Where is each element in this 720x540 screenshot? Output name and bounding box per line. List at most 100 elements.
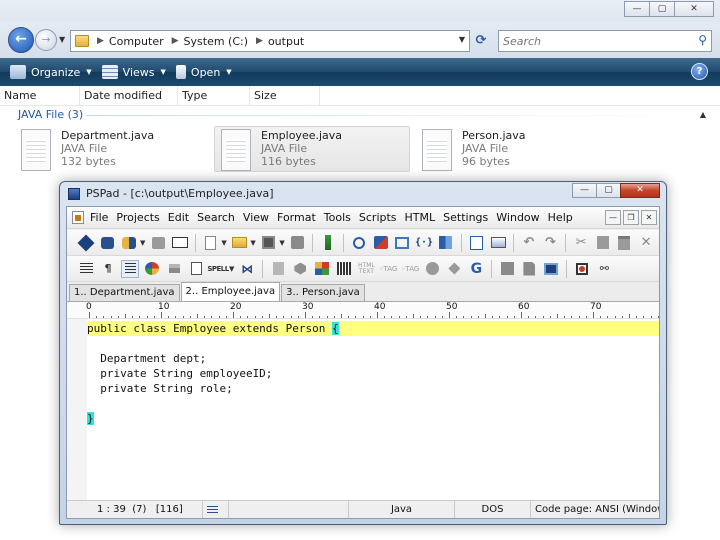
- column-size[interactable]: Size: [250, 86, 320, 105]
- breadcrumb-system-c[interactable]: System (C:): [184, 35, 249, 48]
- lock-icon[interactable]: [165, 260, 183, 278]
- tab-person-java[interactable]: 3.. Person.java: [281, 284, 365, 301]
- google-icon[interactable]: G: [467, 260, 485, 278]
- menu-window[interactable]: Window: [496, 211, 545, 224]
- project-settings-icon[interactable]: [120, 234, 138, 252]
- paste-icon[interactable]: [616, 234, 634, 252]
- bookmark-icon[interactable]: [437, 234, 455, 252]
- organize-button[interactable]: Organize ▼: [10, 65, 92, 79]
- code-line[interactable]: private String role;: [87, 381, 659, 396]
- delete-icon[interactable]: ✕: [637, 234, 655, 252]
- macro-play-icon[interactable]: ⚯: [595, 260, 613, 278]
- menu-file[interactable]: File: [90, 211, 114, 224]
- project-icon[interactable]: [77, 234, 95, 252]
- menu-projects[interactable]: Projects: [116, 211, 165, 224]
- group-heading[interactable]: JAVA File (3): [18, 108, 83, 121]
- mdi-restore-button[interactable]: ❐: [623, 210, 639, 225]
- chevron-down-icon[interactable]: ▼: [140, 239, 145, 247]
- minimize-button[interactable]: —: [572, 183, 597, 198]
- codepage-indicator[interactable]: Code page: ANSI (Window: [531, 501, 659, 518]
- replace-icon[interactable]: [372, 234, 390, 252]
- find-in-files-icon[interactable]: [393, 234, 411, 252]
- maximize-button[interactable]: ▢: [649, 1, 675, 17]
- menu-search[interactable]: Search: [197, 211, 241, 224]
- search-icon[interactable]: ⚲: [698, 33, 707, 47]
- log-icon[interactable]: [171, 234, 189, 252]
- chevron-down-icon[interactable]: ▼: [250, 239, 255, 247]
- file-tile-employee[interactable]: Employee.java JAVA File 116 bytes: [214, 126, 410, 172]
- chevron-right-icon[interactable]: ▶: [256, 36, 263, 46]
- document-icon[interactable]: [72, 211, 84, 224]
- tab-employee-java[interactable]: 2.. Employee.java: [180, 282, 281, 301]
- back-arrow-icon[interactable]: ←: [8, 27, 34, 53]
- macro-record-icon[interactable]: [573, 260, 591, 278]
- maximize-button[interactable]: ▢: [596, 183, 621, 198]
- menu-scripts[interactable]: Scripts: [359, 211, 403, 224]
- code-line[interactable]: public class Employee extends Person {: [87, 321, 659, 336]
- spell-check-icon[interactable]: SPELL: [207, 260, 229, 278]
- breadcrumb-computer[interactable]: Computer: [109, 35, 164, 48]
- column-date-modified[interactable]: Date modified: [80, 86, 178, 105]
- chevron-up-icon[interactable]: ▲: [700, 110, 706, 119]
- menu-format[interactable]: Format: [277, 211, 322, 224]
- print-icon[interactable]: [489, 234, 507, 252]
- address-bar[interactable]: ▶ Computer ▶ System (C:) ▶ output ▼: [70, 30, 470, 52]
- close-button[interactable]: ✕: [620, 183, 660, 198]
- column-name[interactable]: Name: [0, 86, 80, 105]
- chevron-down-icon[interactable]: ▼: [279, 239, 284, 247]
- record-macro-icon[interactable]: [423, 260, 441, 278]
- cut-icon[interactable]: ✂: [572, 234, 590, 252]
- indent-icon[interactable]: [77, 260, 95, 278]
- menu-tools[interactable]: Tools: [324, 211, 357, 224]
- html-tidy-icon[interactable]: [291, 260, 309, 278]
- chevron-down-icon[interactable]: ▼: [229, 265, 234, 273]
- redo-icon[interactable]: ↷: [542, 234, 560, 252]
- preview-icon[interactable]: [468, 234, 486, 252]
- pspad-app-icon[interactable]: [68, 187, 80, 200]
- code-line[interactable]: [87, 336, 659, 351]
- menu-edit[interactable]: Edit: [168, 211, 195, 224]
- compile-icon[interactable]: [498, 260, 516, 278]
- project-tools-icon[interactable]: [149, 234, 167, 252]
- file-tile-department[interactable]: Department.java JAVA File 132 bytes: [14, 126, 210, 172]
- refresh-icon[interactable]: ⟳: [472, 32, 490, 50]
- read-only-icon[interactable]: [187, 260, 205, 278]
- chevron-right-icon[interactable]: ▶: [97, 36, 104, 46]
- html-to-text-icon[interactable]: HTML TEXT: [357, 260, 375, 278]
- tab-department-java[interactable]: 1.. Department.java: [69, 284, 180, 301]
- language-indicator[interactable]: Java: [349, 501, 455, 518]
- open-project-icon[interactable]: [99, 234, 117, 252]
- chevron-down-icon[interactable]: ▼: [221, 239, 226, 247]
- new-file-icon[interactable]: [202, 234, 220, 252]
- undo-icon[interactable]: ↶: [520, 234, 538, 252]
- search-input[interactable]: [503, 32, 683, 50]
- terminal-icon[interactable]: [542, 260, 560, 278]
- file-tile-person[interactable]: Person.java JAVA File 96 bytes: [415, 126, 611, 172]
- views-button[interactable]: Views ▼: [101, 65, 166, 79]
- code-explorer-icon[interactable]: [319, 234, 337, 252]
- find-icon[interactable]: [350, 234, 368, 252]
- column-type[interactable]: Type: [178, 86, 250, 105]
- compare-icon[interactable]: ⋈: [238, 260, 256, 278]
- line-ending-indicator[interactable]: DOS: [455, 501, 531, 518]
- html-icon[interactable]: [269, 260, 287, 278]
- recent-pages-dropdown[interactable]: ▼: [59, 35, 65, 44]
- code-editor[interactable]: public class Employee extends Person { D…: [67, 319, 659, 500]
- open-file-icon[interactable]: [231, 234, 249, 252]
- copy-icon[interactable]: [594, 234, 612, 252]
- menu-settings[interactable]: Settings: [443, 211, 494, 224]
- chevron-right-icon[interactable]: ▶: [172, 36, 179, 46]
- breadcrumb-output[interactable]: output: [268, 35, 304, 48]
- open-button[interactable]: Open ▼: [175, 65, 232, 79]
- bracket-match-icon[interactable]: {·}: [415, 234, 433, 252]
- close-button[interactable]: ✕: [674, 1, 714, 17]
- help-icon[interactable]: ?: [691, 63, 708, 80]
- code-line[interactable]: Department dept;: [87, 351, 659, 366]
- mdi-minimize-button[interactable]: —: [605, 210, 621, 225]
- menu-help[interactable]: Help: [548, 211, 579, 224]
- menu-html[interactable]: HTML: [405, 211, 442, 224]
- hex-view-icon[interactable]: [335, 260, 353, 278]
- run-icon[interactable]: [520, 260, 538, 278]
- tag-icon[interactable]: ◦TAG: [379, 260, 397, 278]
- code-line[interactable]: [87, 396, 659, 411]
